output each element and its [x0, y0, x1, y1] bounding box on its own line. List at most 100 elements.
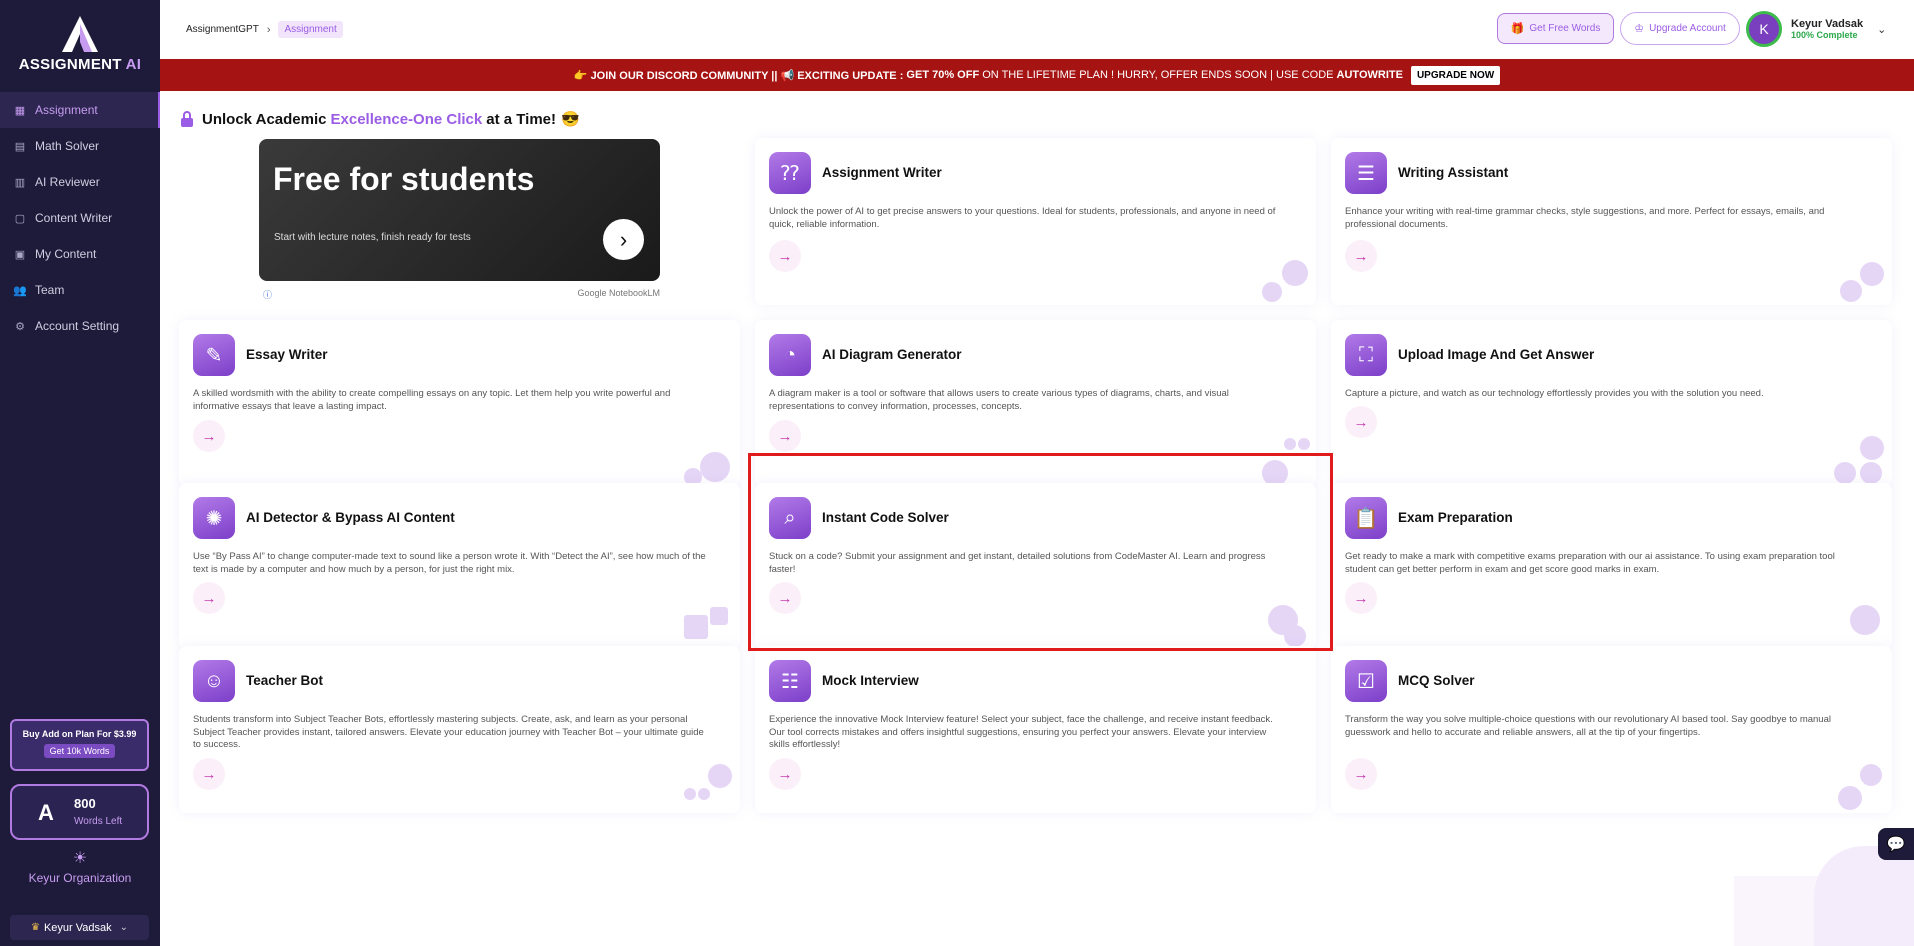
sunrise-icon: ☀	[72, 850, 88, 867]
words-left-widget: Α 800 Words Left	[10, 784, 149, 840]
upgrade-now-button[interactable]: UPGRADE NOW	[1410, 65, 1501, 85]
words-count: 800	[74, 796, 96, 811]
tool-card-essay-writer[interactable]: ✎ Essay Writer A skilled wordsmith with …	[179, 320, 740, 487]
decoration-shapes	[1830, 432, 1890, 487]
notebook-icon: ☰	[1345, 152, 1387, 194]
tool-card-mock-interview[interactable]: ☷ Mock Interview Experience the innovati…	[755, 646, 1316, 813]
gift-icon: 🎁	[1510, 23, 1525, 35]
decoration-shapes	[1830, 250, 1890, 305]
sidebar-item-team[interactable]: 👥 Team	[0, 272, 160, 308]
card-title: Writing Assistant	[1398, 165, 1509, 180]
card-title: MCQ Solver	[1398, 673, 1475, 688]
decoration-shapes	[1254, 250, 1314, 305]
arrow-right-icon[interactable]: →	[769, 240, 801, 272]
highlight-box	[748, 453, 1333, 651]
sidebar-item-my-content[interactable]: ▣ My Content	[0, 236, 160, 272]
user-switcher[interactable]: ♛ Keyur Vadsak ⌄	[10, 915, 149, 940]
crown-icon: ♔	[1634, 23, 1645, 35]
tool-card-assignment-writer[interactable]: ⁇ Assignment Writer Unlock the power of …	[755, 138, 1316, 305]
sidebar-item-label: Assignment	[35, 103, 98, 117]
card-description: Transform the way you solve multiple-cho…	[1345, 714, 1831, 738]
tool-card-exam-preparation[interactable]: 📋 Exam Preparation Get ready to make a m…	[1331, 483, 1892, 650]
organization[interactable]: ☀ Keyur Organization	[0, 850, 160, 886]
sidebar-item-label: Content Writer	[35, 211, 113, 225]
arrow-right-icon[interactable]: →	[769, 420, 801, 452]
decoration-shapes	[678, 595, 738, 650]
document-icon: ▢	[14, 212, 26, 225]
arrow-right-icon[interactable]: →	[193, 758, 225, 790]
arrow-right-icon[interactable]: →	[1345, 582, 1377, 614]
card-title: Exam Preparation	[1398, 510, 1513, 525]
teacher-icon: ☺	[193, 660, 235, 702]
tool-card-mcq-solver[interactable]: ☑ MCQ Solver Transform the way you solve…	[1331, 646, 1892, 813]
addon-text: Buy Add on Plan For $3.99	[22, 729, 137, 739]
banner-code: AUTOWRITE	[1336, 69, 1403, 81]
decoration-shapes	[1830, 758, 1890, 813]
banner-text-1: 👉 JOIN OUR DISCORD COMMUNITY || 📢 EXCITI…	[573, 69, 907, 82]
card-description: Unlock the power of AI to get precise an…	[769, 206, 1276, 230]
team-icon: 👥	[13, 284, 27, 297]
breadcrumb-current: Assignment	[278, 21, 343, 38]
ai-chip-icon: ✺	[193, 497, 235, 539]
tool-card-upload-image-answer[interactable]: ⛶ Upload Image And Get Answer Capture a …	[1331, 320, 1892, 487]
decoration-shapes	[1830, 595, 1890, 650]
arrow-right-icon[interactable]: →	[1345, 406, 1377, 438]
sidebar-item-label: AI Reviewer	[35, 175, 100, 189]
chevron-down-icon: ⌄	[119, 922, 129, 933]
clipboard-icon: 📋	[1345, 497, 1387, 539]
get-words-button[interactable]: Get 10k Words	[43, 744, 116, 758]
folder-icon: ▣	[14, 248, 26, 261]
page-title: Unlock Academic Excellence-One Click at …	[180, 110, 580, 128]
card-description: Experience the innovative Mock Interview…	[769, 714, 1273, 750]
arrow-right-icon[interactable]: →	[193, 420, 225, 452]
arrow-right-icon[interactable]: →	[193, 582, 225, 614]
arrow-right-icon[interactable]: →	[1345, 240, 1377, 272]
banner-highlight: GET 70% OFF	[906, 69, 980, 81]
sidebar-item-account-setting[interactable]: ⚙ Account Setting	[0, 308, 160, 344]
arrow-right-icon[interactable]: →	[1345, 758, 1377, 790]
profile-menu[interactable]: K Keyur Vadsak 100% Complete ⌄	[1746, 10, 1906, 48]
chat-widget-button[interactable]: 💬	[1878, 828, 1914, 860]
get-free-words-button[interactable]: 🎁 Get Free Words	[1497, 13, 1614, 44]
sidebar-item-math-solver[interactable]: ▤ Math Solver	[0, 128, 160, 164]
card-description: Enhance your writing with real-time gram…	[1345, 206, 1825, 230]
title-pre: Unlock Academic	[202, 110, 327, 128]
ad-info-icon[interactable]: ⓘ	[263, 288, 272, 301]
card-title: AI Detector & Bypass AI Content	[246, 510, 455, 525]
calculator-icon: ▤	[14, 140, 26, 153]
sidebar-item-assignment[interactable]: ▦ Assignment	[0, 92, 160, 128]
ad-source: Google NotebookLM	[577, 288, 660, 298]
tool-card-teacher-bot[interactable]: ☺ Teacher Bot Students transform into Su…	[179, 646, 740, 813]
upgrade-account-button[interactable]: ♔ Upgrade Account	[1620, 12, 1740, 45]
card-title: Upload Image And Get Answer	[1398, 347, 1595, 362]
ad-chevron-right-icon[interactable]: ›	[603, 219, 644, 260]
decoration-shapes	[678, 758, 738, 813]
tool-card-ai-detector-bypass[interactable]: ✺ AI Detector & Bypass AI Content Use “B…	[179, 483, 740, 650]
assignment-logo-icon: Α	[38, 800, 54, 825]
chevron-right-icon: ›	[266, 23, 271, 36]
words-label: Words Left	[74, 816, 123, 827]
scan-icon: ⛶	[1345, 334, 1387, 376]
app-root: ASSIGNMENT AI ▦ Assignment ▤ Math Solver…	[0, 0, 1914, 946]
profile-name: Keyur Vadsak	[1791, 18, 1864, 30]
sidebar-item-label: Account Setting	[35, 319, 120, 333]
card-description: A skilled wordsmith with the ability to …	[193, 388, 671, 412]
card-description: Get ready to make a mark with competitiv…	[1345, 551, 1835, 575]
sidebar-item-content-writer[interactable]: ▢ Content Writer	[0, 200, 160, 236]
addon-plan-promo[interactable]: Buy Add on Plan For $3.99 Get 10k Words	[10, 719, 149, 771]
chevron-down-icon: ⌄	[1877, 23, 1887, 36]
ad-subtext: Start with lecture notes, finish ready f…	[274, 232, 471, 243]
sidebar: ASSIGNMENT AI ▦ Assignment ▤ Math Solver…	[0, 0, 160, 946]
ad-headline: Free for students	[273, 161, 535, 197]
breadcrumb: AssignmentGPT › Assignment	[186, 21, 343, 38]
sidebar-item-label: Team	[35, 283, 65, 297]
logo[interactable]: ASSIGNMENT AI	[0, 14, 160, 73]
arrow-right-icon[interactable]: →	[769, 758, 801, 790]
sidebar-item-ai-reviewer[interactable]: ▥ AI Reviewer	[0, 164, 160, 200]
ad-banner[interactable]: Free for students Start with lecture not…	[259, 139, 660, 281]
qa-icon: ⁇	[769, 152, 811, 194]
breadcrumb-root[interactable]: AssignmentGPT	[186, 24, 259, 35]
logo-mark-icon	[58, 14, 102, 54]
banner-text-2: ON THE LIFETIME PLAN ! HURRY, OFFER ENDS…	[979, 69, 1337, 81]
tool-card-writing-assistant[interactable]: ☰ Writing Assistant Enhance your writing…	[1331, 138, 1892, 305]
